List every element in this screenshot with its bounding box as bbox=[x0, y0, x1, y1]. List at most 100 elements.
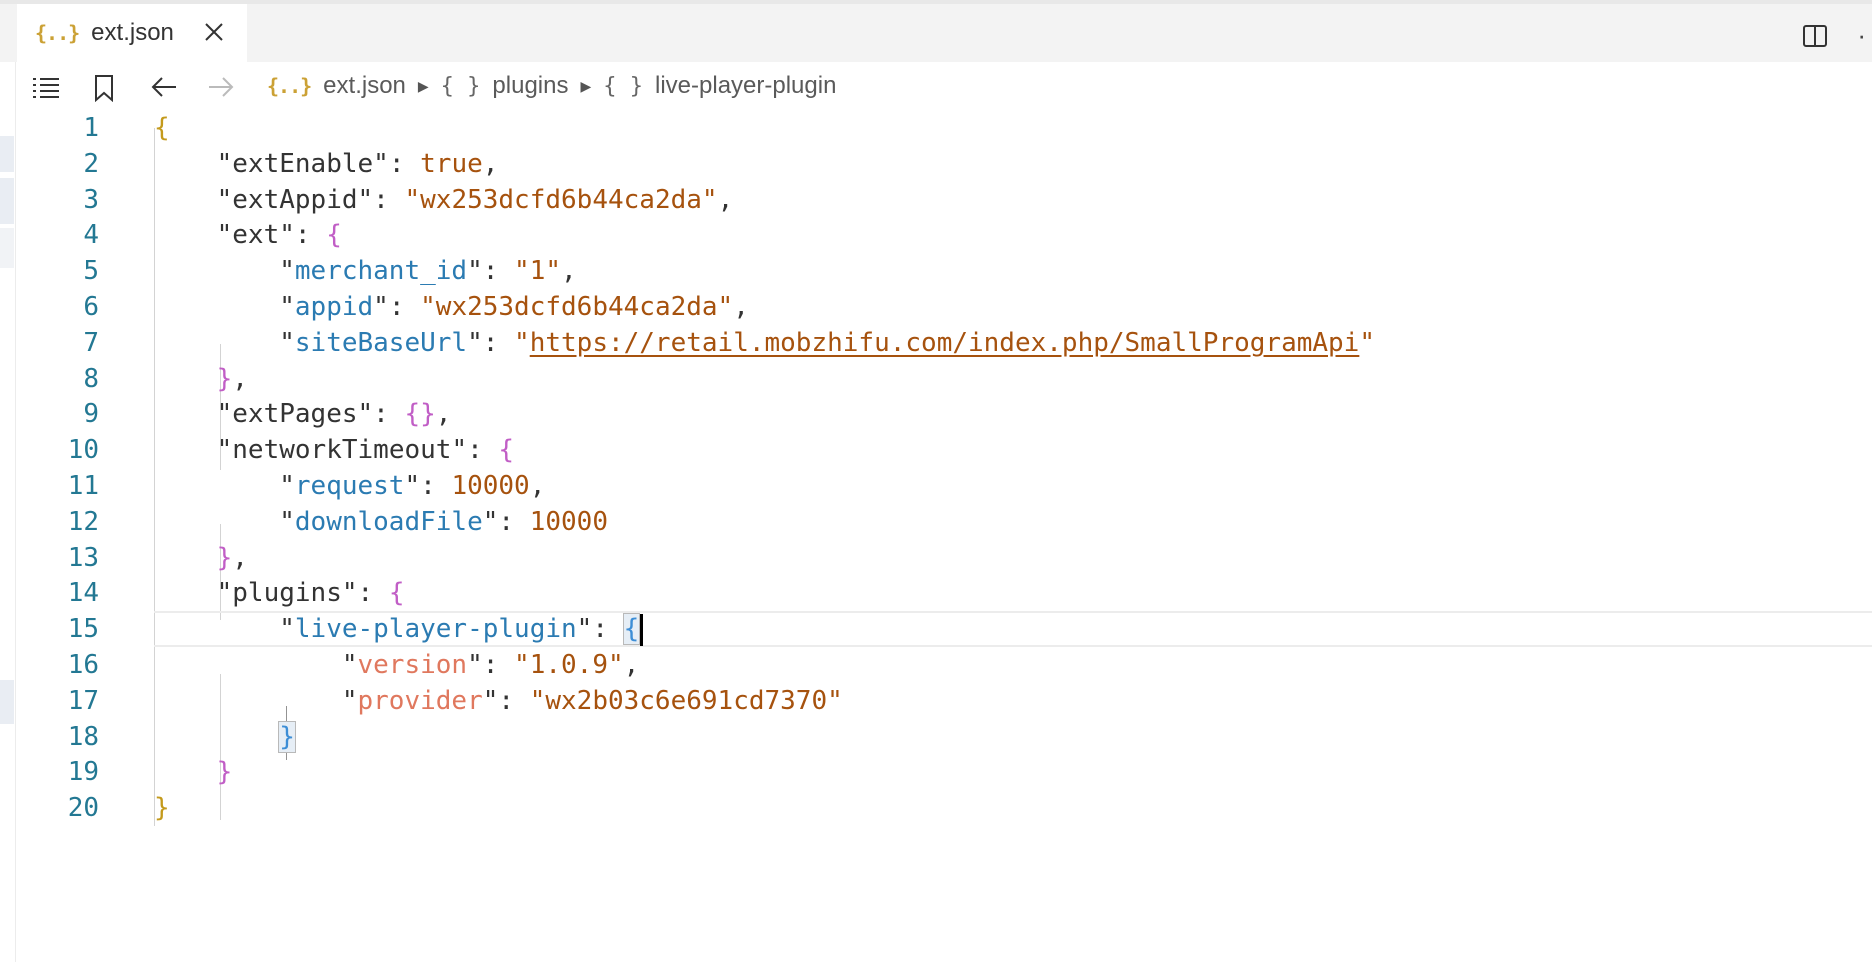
split-editor-icon[interactable] bbox=[1802, 24, 1828, 48]
object-icon: { } bbox=[440, 73, 481, 99]
code-text: "downloadFile": 10000 bbox=[154, 504, 608, 540]
line-number: 17 bbox=[67, 685, 99, 716]
code-editor[interactable]: 1{2 "extEnable": true, 3 "extAppid": "wx2… bbox=[17, 110, 1872, 962]
code-text: "extAppid": "wx253dcfd6b44ca2da", bbox=[154, 182, 734, 218]
code-token: : bbox=[482, 650, 515, 680]
code-token: } bbox=[154, 757, 233, 788]
line-number: 16 bbox=[67, 650, 99, 680]
left-highlight-mark bbox=[0, 136, 14, 172]
code-token: " bbox=[576, 614, 593, 645]
code-line[interactable]: 13 }, bbox=[17, 540, 1872, 576]
back-arrow-icon[interactable] bbox=[150, 74, 178, 100]
code-token: " bbox=[467, 256, 483, 287]
code-text: "siteBaseUrl": "https://retail.mobzhifu.… bbox=[154, 325, 1375, 361]
matched-bracket: } bbox=[278, 720, 296, 753]
code-line[interactable]: 18 } bbox=[17, 719, 1872, 755]
line-number: 15 bbox=[67, 614, 99, 645]
code-token: " bbox=[404, 471, 421, 501]
code-line[interactable]: 3 "extAppid": "wx253dcfd6b44ca2da", bbox=[17, 182, 1872, 218]
code-token: " bbox=[154, 578, 233, 609]
more-actions-icon[interactable]: · bbox=[1857, 20, 1866, 51]
code-text: }, bbox=[154, 361, 248, 397]
url-link[interactable]: https://retail.mobzhifu.com/index.php/Sm… bbox=[530, 328, 1360, 358]
code-text: "appid": "wx253dcfd6b44ca2da", bbox=[154, 289, 749, 325]
code-line[interactable]: 17 "provider": "wx2b03c6e691cd7370" bbox=[17, 683, 1872, 719]
code-token: siteBaseUrl bbox=[294, 327, 468, 358]
code-text: } bbox=[154, 754, 233, 790]
code-text: { bbox=[154, 110, 170, 146]
editor-toolbar: {..} ext.json ▶ { } plugins ▶ { } live-p… bbox=[17, 62, 1872, 112]
code-line[interactable]: 2 "extEnable": true, bbox=[17, 146, 1872, 182]
code-token: : bbox=[498, 506, 530, 537]
code-line[interactable]: 15 "live-player-plugin": { bbox=[17, 611, 1872, 648]
code-token: , bbox=[733, 292, 749, 322]
code-token: } bbox=[154, 363, 233, 394]
code-token: : bbox=[373, 399, 405, 430]
code-line[interactable]: 7 "siteBaseUrl": "https://retail.mobzhif… bbox=[17, 325, 1872, 361]
code-line[interactable]: 11 "request": 10000, bbox=[17, 468, 1872, 504]
code-token: " bbox=[154, 148, 233, 179]
code-token: "wx253dcfd6b44ca2da" bbox=[404, 184, 718, 215]
code-token: : bbox=[498, 685, 530, 716]
code-token: " bbox=[467, 650, 483, 680]
code-line[interactable]: 20} bbox=[17, 790, 1872, 826]
code-token: extAppid bbox=[232, 184, 358, 215]
code-token: true bbox=[420, 148, 483, 179]
code-token: , bbox=[435, 399, 452, 430]
json-file-icon: {..} bbox=[35, 21, 80, 45]
code-token: downloadFile bbox=[294, 506, 483, 537]
left-highlight-mark bbox=[0, 680, 14, 724]
code-token: " bbox=[373, 148, 389, 179]
code-token: " bbox=[357, 399, 374, 430]
code-token: " bbox=[154, 471, 295, 501]
code-line[interactable]: 4 "ext": { bbox=[17, 217, 1872, 253]
outline-list-icon[interactable] bbox=[31, 74, 61, 100]
code-line[interactable]: 9 "extPages": {}, bbox=[17, 396, 1872, 432]
line-number: 2 bbox=[83, 148, 99, 179]
close-icon[interactable] bbox=[203, 21, 225, 43]
code-line[interactable]: 14 "plugins": { bbox=[17, 575, 1872, 611]
forward-arrow-icon[interactable] bbox=[207, 74, 235, 100]
code-line[interactable]: 1{ bbox=[17, 110, 1872, 146]
breadcrumb-file[interactable]: ext.json bbox=[323, 72, 406, 100]
code-line[interactable]: 12 "downloadFile": 10000 bbox=[17, 504, 1872, 540]
code-text: "ext": { bbox=[154, 217, 342, 253]
code-text: } bbox=[154, 719, 296, 755]
code-line[interactable]: 5 "merchant_id": "1", bbox=[17, 253, 1872, 289]
code-token: networkTimeout bbox=[232, 435, 452, 466]
code-token: { bbox=[326, 220, 342, 251]
code-line[interactable]: 8 }, bbox=[17, 361, 1872, 397]
code-token: "wx253dcfd6b44ca2da" bbox=[420, 292, 734, 322]
code-token: "wx2b03c6e691cd7370" bbox=[529, 685, 843, 716]
code-token: " bbox=[154, 506, 295, 537]
code-token: ext bbox=[232, 220, 280, 251]
code-token: , bbox=[482, 148, 499, 179]
code-text: "extPages": {}, bbox=[154, 396, 452, 432]
chevron-right-icon: ▶ bbox=[580, 77, 592, 94]
breadcrumb-item-plugins[interactable]: plugins bbox=[492, 72, 568, 100]
code-token: extPages bbox=[232, 399, 358, 430]
code-token: version bbox=[357, 650, 468, 680]
code-line[interactable]: 10 "networkTimeout": { bbox=[17, 432, 1872, 468]
code-line[interactable]: 19 } bbox=[17, 754, 1872, 790]
code-line[interactable]: 6 "appid": "wx253dcfd6b44ca2da", bbox=[17, 289, 1872, 325]
code-token: : bbox=[420, 471, 452, 501]
tab-ext-json[interactable]: {..} ext.json bbox=[17, 4, 247, 62]
breadcrumb-item-live-player-plugin[interactable]: live-player-plugin bbox=[655, 72, 836, 100]
code-token: " bbox=[154, 435, 233, 466]
code-token: "1" bbox=[514, 256, 562, 287]
line-number: 11 bbox=[67, 471, 99, 501]
code-token: : bbox=[388, 292, 421, 322]
code-token: " bbox=[154, 614, 295, 645]
line-number: 3 bbox=[83, 184, 99, 215]
line-number: 1 bbox=[83, 113, 99, 143]
code-token: , bbox=[529, 471, 546, 501]
bookmark-icon[interactable] bbox=[93, 74, 115, 102]
code-token: "1.0.9" bbox=[514, 650, 624, 680]
left-highlight-mark bbox=[0, 228, 14, 268]
code-line[interactable]: 16 "version": "1.0.9", bbox=[17, 647, 1872, 683]
code-token: " bbox=[357, 184, 374, 215]
line-number: 20 bbox=[67, 793, 99, 824]
code-token: " bbox=[279, 220, 295, 251]
code-text: "request": 10000, bbox=[154, 468, 545, 504]
